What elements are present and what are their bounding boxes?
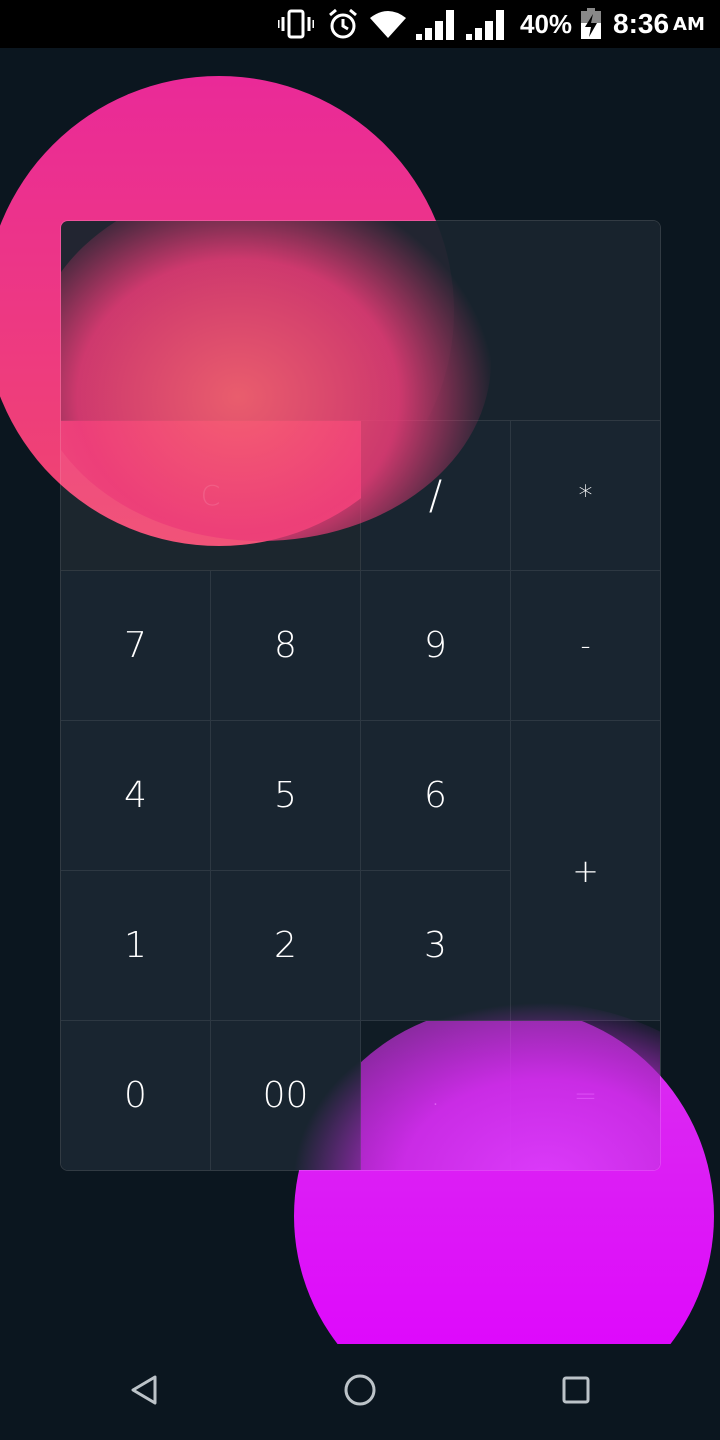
back-icon <box>129 1374 159 1410</box>
equals-button[interactable]: = <box>511 1021 660 1170</box>
clear-button[interactable]: C <box>61 421 361 571</box>
multiply-button[interactable]: * <box>511 421 660 571</box>
double-zero-button[interactable]: 00 <box>211 1021 361 1170</box>
digit-7-button[interactable]: 7 <box>61 571 211 721</box>
digit-0-button[interactable]: 0 <box>61 1021 211 1170</box>
battery-percent: 40% <box>520 8 573 39</box>
digit-9-button[interactable]: 9 <box>361 571 511 721</box>
digit-4-button[interactable]: 4 <box>61 721 211 871</box>
recents-icon <box>561 1375 591 1409</box>
minus-button[interactable]: - <box>511 571 660 721</box>
signal-icon <box>466 0 506 48</box>
signal-icon <box>416 0 456 48</box>
plus-button[interactable]: + <box>511 721 660 1021</box>
status-bar: 40% 8:36 AM <box>0 0 720 48</box>
decimal-button[interactable]: . <box>361 1021 511 1170</box>
home-icon <box>343 1373 377 1411</box>
digit-2-button[interactable]: 2 <box>211 871 361 1021</box>
clock-ampm: AM <box>673 13 705 35</box>
digit-8-button[interactable]: 8 <box>211 571 361 721</box>
digit-5-button[interactable]: 5 <box>211 721 361 871</box>
app-canvas: C / * 7 8 9 - 4 5 6 + 1 2 3 0 00 . = <box>0 48 720 1344</box>
back-button[interactable] <box>114 1364 174 1420</box>
digit-3-button[interactable]: 3 <box>361 871 511 1021</box>
digit-6-button[interactable]: 6 <box>361 721 511 871</box>
recents-button[interactable] <box>546 1364 606 1420</box>
vibrate-icon <box>278 0 314 48</box>
navigation-bar <box>0 1344 720 1440</box>
calculator-panel: C / * 7 8 9 - 4 5 6 + 1 2 3 0 00 . = <box>60 220 661 1171</box>
battery-charging-icon <box>580 0 602 48</box>
wifi-icon <box>370 0 406 48</box>
clock: 8:36 <box>613 8 670 39</box>
alarm-icon <box>327 0 359 48</box>
digit-1-button[interactable]: 1 <box>61 871 211 1021</box>
home-button[interactable] <box>330 1364 390 1420</box>
calculator-display <box>61 221 660 421</box>
divide-button[interactable]: / <box>361 421 511 571</box>
